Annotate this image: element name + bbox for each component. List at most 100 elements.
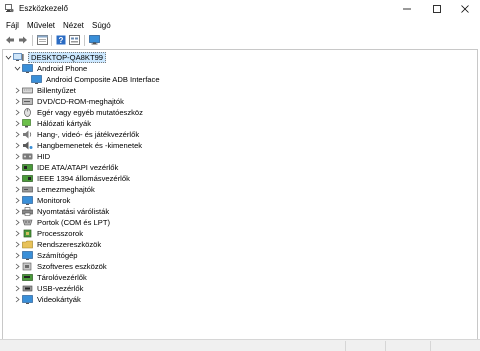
computer-icon xyxy=(13,53,24,61)
tree-item-display-adapters[interactable]: Videokártyák xyxy=(13,294,81,305)
minimize-button[interactable] xyxy=(394,0,420,18)
expand-icon[interactable] xyxy=(13,140,22,151)
expand-icon[interactable] xyxy=(13,283,22,294)
details-icon xyxy=(68,35,80,45)
expand-icon[interactable] xyxy=(13,85,22,96)
window-title: Eszközkezelő xyxy=(19,4,68,13)
status-bar xyxy=(0,339,480,351)
close-icon xyxy=(461,5,469,13)
expand-icon[interactable] xyxy=(13,118,22,129)
expand-icon[interactable] xyxy=(13,250,22,261)
tree-item-print-queues[interactable]: Nyomtatási várólisták xyxy=(13,206,109,217)
properties-icon xyxy=(36,35,48,45)
svg-text:?: ? xyxy=(59,36,64,45)
expand-icon[interactable] xyxy=(13,217,22,228)
status-cell xyxy=(385,341,430,351)
back-button[interactable] xyxy=(4,34,16,46)
tree-item-audio-io[interactable]: Hangbemenetek és -kimenetek xyxy=(13,140,142,151)
maximize-button[interactable] xyxy=(424,0,450,18)
tree-item-ide-ata[interactable]: IDE ATA/ATAPI vezérlők xyxy=(13,162,118,173)
tree-item-software-devices[interactable]: Szoftveres eszközök xyxy=(13,261,107,272)
toolbar-separator xyxy=(51,35,52,46)
tree-item-processors[interactable]: Processzorok xyxy=(13,228,83,239)
tree-item-sound-video[interactable]: Hang-, videó- és játékvezérlők xyxy=(13,129,139,140)
port-icon xyxy=(22,219,33,226)
phone-icon xyxy=(22,64,33,73)
status-cell xyxy=(345,341,385,351)
tree-item-computer[interactable]: Számítógép xyxy=(13,250,78,261)
toolbar-separator xyxy=(32,35,33,46)
device-tree-pane[interactable]: DESKTOP-QA8KT99 Android Phone Android Co… xyxy=(2,49,478,339)
tree-item-disk-drives[interactable]: Lemezmeghajtók xyxy=(13,184,95,195)
tree-item-adb-interface[interactable]: Android Composite ADB Interface xyxy=(31,74,160,85)
tree-item-hid[interactable]: HID xyxy=(13,151,50,162)
storage-controller-icon xyxy=(22,274,33,281)
scan-hardware-button[interactable] xyxy=(88,34,100,46)
speaker-icon xyxy=(23,130,32,139)
computer-icon xyxy=(22,251,33,260)
expand-icon[interactable] xyxy=(13,261,22,272)
back-arrow-icon xyxy=(6,36,14,44)
printer-icon xyxy=(22,207,33,216)
expand-icon[interactable] xyxy=(13,107,22,118)
help-button[interactable]: ? xyxy=(55,34,67,46)
toolbar-separator xyxy=(84,35,85,46)
expand-icon[interactable] xyxy=(13,195,22,206)
tree-item-usb-controllers[interactable]: USB-vezérlők xyxy=(13,283,83,294)
expand-icon[interactable] xyxy=(13,162,22,173)
display-adapter-icon xyxy=(22,295,33,304)
expand-icon[interactable] xyxy=(13,272,22,283)
menu-help[interactable]: Súgó xyxy=(92,21,111,30)
usb-device-icon xyxy=(31,75,42,84)
tree-item-android-phone[interactable]: Android Phone xyxy=(13,63,87,74)
tree-root[interactable]: DESKTOP-QA8KT99 xyxy=(4,52,107,63)
close-button[interactable] xyxy=(452,0,478,18)
collapse-icon[interactable] xyxy=(13,63,22,74)
expand-icon[interactable] xyxy=(13,173,22,184)
expand-icon[interactable] xyxy=(13,151,22,162)
usb-controller-icon xyxy=(22,285,33,292)
ide-controller-icon xyxy=(22,164,33,171)
expand-icon[interactable] xyxy=(13,294,22,305)
device-manager-icon xyxy=(5,4,14,13)
tree-item-ieee1394[interactable]: IEEE 1394 állomásvezérlők xyxy=(13,173,130,184)
properties-button[interactable] xyxy=(36,34,48,46)
tree-item-network-adapters[interactable]: Hálózati kártyák xyxy=(13,118,91,129)
mouse-icon xyxy=(24,108,31,117)
monitor-icon xyxy=(22,196,33,205)
maximize-icon xyxy=(433,5,441,13)
title-bar: Eszközkezelő xyxy=(0,0,480,18)
menu-action[interactable]: Művelet xyxy=(27,21,55,30)
collapse-icon[interactable] xyxy=(4,52,13,63)
software-device-icon xyxy=(22,262,32,271)
expand-icon[interactable] xyxy=(13,96,22,107)
expand-icon[interactable] xyxy=(13,206,22,217)
tree-item-mouse[interactable]: Egér vagy egyéb mutatóeszköz xyxy=(13,107,143,118)
processor-icon xyxy=(23,229,32,238)
expand-icon[interactable] xyxy=(13,184,22,195)
details-button[interactable] xyxy=(68,34,80,46)
disk-drive-icon xyxy=(22,186,33,193)
keyboard-icon xyxy=(22,87,33,94)
network-adapter-icon xyxy=(22,119,31,128)
audio-io-icon xyxy=(23,141,33,150)
expand-icon[interactable] xyxy=(13,228,22,239)
disc-drive-icon xyxy=(22,98,33,105)
toolbar: ? xyxy=(0,32,480,48)
tree-item-ports[interactable]: Portok (COM és LPT) xyxy=(13,217,110,228)
forward-button[interactable] xyxy=(17,34,29,46)
monitor-icon xyxy=(88,35,100,45)
status-cell xyxy=(430,341,480,351)
tree-item-keyboard[interactable]: Billentyűzet xyxy=(13,85,76,96)
menu-bar: Fájl Művelet Nézet Súgó xyxy=(0,18,480,32)
menu-file[interactable]: Fájl xyxy=(6,21,19,30)
expand-icon[interactable] xyxy=(13,239,22,250)
tree-item-monitors[interactable]: Monitorok xyxy=(13,195,70,206)
minimize-icon xyxy=(403,8,411,10)
tree-item-system-devices[interactable]: Rendszereszközök xyxy=(13,239,101,250)
tree-item-dvd-cdrom[interactable]: DVD/CD-ROM-meghajtók xyxy=(13,96,124,107)
hid-icon xyxy=(22,153,33,160)
expand-icon[interactable] xyxy=(13,129,22,140)
menu-view[interactable]: Nézet xyxy=(63,21,84,30)
tree-item-storage-controllers[interactable]: Tárolóvezérlők xyxy=(13,272,87,283)
